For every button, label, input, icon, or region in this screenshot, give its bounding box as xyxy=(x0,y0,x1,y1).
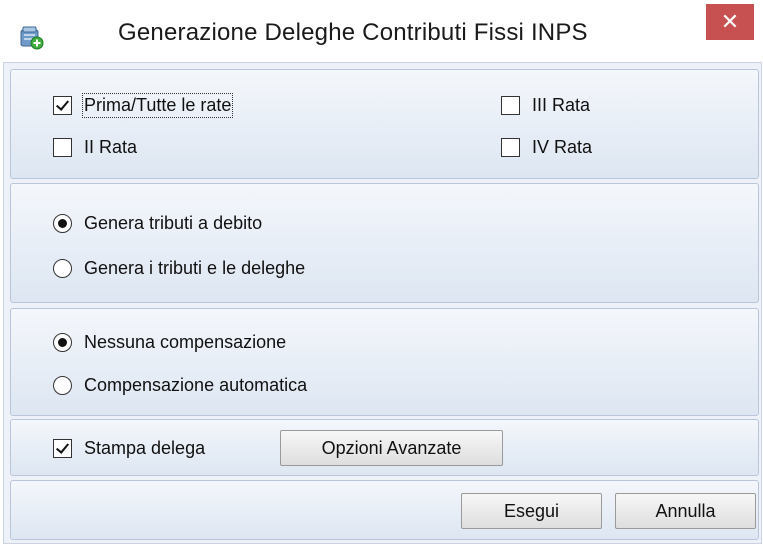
compensazione-automatica-radio[interactable]: Compensazione automatica xyxy=(53,375,307,396)
genera-debito-label: Genera tributi a debito xyxy=(84,213,263,233)
esegui-button[interactable]: Esegui xyxy=(461,493,602,529)
checkbox-unchecked-icon[interactable] xyxy=(501,96,520,115)
checkbox-unchecked-icon[interactable] xyxy=(53,138,72,157)
rate-group: Prima/Tutte le rate III Rata II Rata IV … xyxy=(10,69,759,179)
radio-unselected-icon[interactable] xyxy=(53,259,72,278)
stampa-group: Stampa delega Opzioni Avanzate xyxy=(10,419,759,476)
genera-deleghe-label: Genera i tributi e le deleghe xyxy=(84,258,306,278)
terza-rata-label: III Rata xyxy=(532,95,591,115)
radio-selected-icon[interactable] xyxy=(53,214,72,233)
nessuna-compensazione-radio[interactable]: Nessuna compensazione xyxy=(53,332,286,353)
opzioni-avanzate-button[interactable]: Opzioni Avanzate xyxy=(280,430,503,466)
prima-rata-checkbox[interactable]: Prima/Tutte le rate xyxy=(53,93,234,118)
app-icon xyxy=(18,24,44,50)
actions-group: Esegui Annulla xyxy=(10,480,759,540)
nessuna-compensazione-label: Nessuna compensazione xyxy=(84,332,287,352)
compensazione-automatica-label: Compensazione automatica xyxy=(84,375,308,395)
dialog-body: Prima/Tutte le rate III Rata II Rata IV … xyxy=(3,62,762,544)
window-title: Generazione Deleghe Contributi Fissi INP… xyxy=(118,19,588,46)
annulla-button[interactable]: Annulla xyxy=(615,493,756,529)
title-bar[interactable]: Generazione Deleghe Contributi Fissi INP… xyxy=(0,0,763,62)
dialog-window: Generazione Deleghe Contributi Fissi INP… xyxy=(0,0,763,545)
terza-rata-checkbox[interactable]: III Rata xyxy=(501,95,590,116)
checkbox-unchecked-icon[interactable] xyxy=(501,138,520,157)
genera-deleghe-radio[interactable]: Genera i tributi e le deleghe xyxy=(53,258,305,279)
generazione-group: Genera tributi a debito Genera i tributi… xyxy=(10,183,759,303)
quarta-rata-label: IV Rata xyxy=(532,137,593,157)
compensazione-group: Nessuna compensazione Compensazione auto… xyxy=(10,308,759,416)
radio-unselected-icon[interactable] xyxy=(53,376,72,395)
genera-debito-radio[interactable]: Genera tributi a debito xyxy=(53,213,262,234)
quarta-rata-checkbox[interactable]: IV Rata xyxy=(501,137,592,158)
stampa-delega-label: Stampa delega xyxy=(84,438,206,458)
seconda-rata-checkbox[interactable]: II Rata xyxy=(53,137,137,158)
seconda-rata-label: II Rata xyxy=(84,137,138,157)
stampa-delega-checkbox[interactable]: Stampa delega xyxy=(53,438,205,459)
checkbox-checked-icon[interactable] xyxy=(53,439,72,458)
checkbox-checked-icon[interactable] xyxy=(53,96,72,115)
close-icon: ✕ xyxy=(720,9,740,34)
prima-rata-label: Prima/Tutte le rate xyxy=(81,93,234,118)
close-button[interactable]: ✕ xyxy=(706,4,754,40)
radio-selected-icon[interactable] xyxy=(53,333,72,352)
